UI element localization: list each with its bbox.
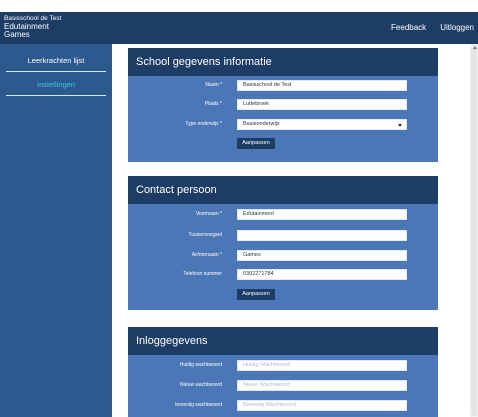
current-password-input[interactable]: Huidig Wachtwoord — [237, 360, 407, 371]
phone-input[interactable]: 0302271784 — [237, 269, 407, 280]
form-row-city: Plaats * Luttebroek — [128, 99, 438, 110]
top-nav: Feedback Uitloggen — [391, 23, 474, 32]
login-details-title: Inloggegevens — [128, 327, 438, 355]
education-type-label: Type onderwijs * — [185, 121, 222, 127]
first-name-label: Voornaam * — [195, 211, 222, 217]
last-name-label: Achternaam * — [191, 252, 222, 258]
name-label: Naam * — [205, 82, 222, 88]
feedback-link[interactable]: Feedback — [391, 23, 426, 32]
save-contact-button[interactable]: Aanpassen — [237, 289, 275, 300]
first-name-input[interactable]: Edutainment — [237, 209, 407, 220]
sidebar-item-teachers-list[interactable]: Leerkrachten lijst — [6, 50, 106, 72]
form-row-last-name: Achternaam * Games — [128, 250, 438, 261]
last-name-input[interactable]: Games — [237, 250, 407, 261]
scrollbar-thumb[interactable] — [471, 46, 477, 416]
phone-label: Telefoon nummer — [183, 271, 222, 277]
contact-person-title: Contact persoon — [128, 176, 438, 204]
app-name-line2: Games — [4, 30, 30, 39]
sidebar: Leerkrachten lijst Instellingen — [0, 44, 112, 417]
school-info-title: School gegevens informatie — [128, 48, 438, 76]
form-row-first-name: Voornaam * Edutainment — [128, 209, 438, 220]
school-info-panel: School gegevens informatie Naam * Basiss… — [128, 48, 438, 162]
new-password-input[interactable]: Nieuw Wachtwoord — [237, 380, 407, 391]
form-row-phone: Telefoon nummer 0302271784 — [128, 269, 438, 280]
logout-link[interactable]: Uitloggen — [440, 23, 474, 32]
new-password-label: Nieuw wachtwoord — [180, 382, 222, 388]
school-name-input[interactable]: Basisschool de Test — [237, 80, 407, 91]
save-school-button[interactable]: Aanpassen — [237, 138, 275, 149]
scroll-up-arrow-icon[interactable] — [473, 46, 477, 49]
infix-label: Tussenvoegsel — [188, 232, 222, 238]
form-row-confirm-password: bevestig wachtwoord Bevestig Wachtwoord — [128, 400, 438, 411]
form-row-current-password: Huidig wachtwoord Huidig Wachtwoord — [128, 360, 438, 371]
sidebar-item-settings[interactable]: Instellingen — [6, 74, 106, 96]
contact-person-panel: Contact persoon Voornaam * Edutainment T… — [128, 176, 438, 310]
form-row-education-type: Type onderwijs * Basisonderwijs — [128, 119, 438, 130]
top-bar: Basisschool de Test Edutainment Games Fe… — [0, 12, 478, 44]
confirm-password-label: bevestig wachtwoord — [175, 402, 222, 408]
current-password-label: Huidig wachtwoord — [179, 362, 222, 368]
city-label: Plaats * — [204, 101, 222, 107]
brand: Basisschool de Test Edutainment Games — [4, 15, 61, 39]
confirm-password-input[interactable]: Bevestig Wachtwoord — [237, 400, 407, 411]
city-input[interactable]: Luttebroek — [237, 99, 407, 110]
education-type-select[interactable]: Basisonderwijs — [237, 119, 407, 130]
login-details-panel: Inloggegevens Huidig wachtwoord Huidig W… — [128, 327, 438, 417]
form-row-new-password: Nieuw wachtwoord Nieuw Wachtwoord — [128, 380, 438, 391]
form-row-infix: Tussenvoegsel — [128, 230, 438, 241]
form-row-name: Naam * Basisschool de Test — [128, 80, 438, 91]
infix-input[interactable] — [237, 230, 407, 241]
window-frame — [0, 0, 478, 12]
